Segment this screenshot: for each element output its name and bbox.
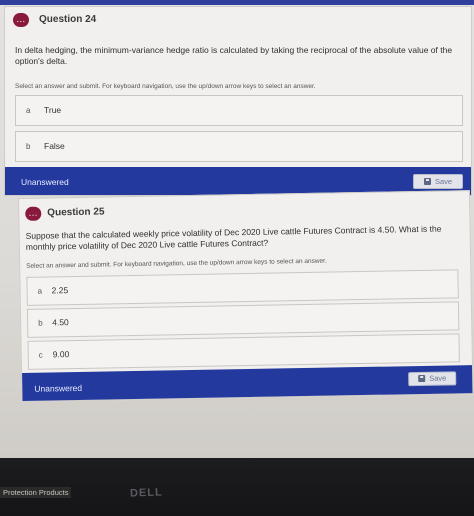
option-label: 9.00 — [52, 349, 70, 360]
option-letter: a — [26, 106, 31, 115]
browser-viewport: ... Question 24 In delta hedging, the mi… — [0, 0, 474, 458]
question-card-25: ... Question 25 Suppose that the calcula… — [18, 190, 474, 402]
save-button[interactable]: Save — [408, 371, 457, 387]
option-letter: c — [38, 350, 43, 360]
taskbar-label: Protection Products — [0, 487, 72, 498]
save-icon — [423, 178, 431, 185]
question-menu-icon[interactable]: ... — [25, 206, 42, 221]
option-label: 4.50 — [52, 317, 69, 328]
option-letter: b — [26, 142, 31, 151]
answer-option-a[interactable]: a True — [15, 95, 463, 126]
option-label: 2.25 — [51, 285, 69, 296]
answer-status: Unanswered — [34, 382, 83, 394]
question-card-24: ... Question 24 In delta hedging, the mi… — [4, 6, 472, 196]
answer-option-b[interactable]: b False — [15, 131, 463, 162]
option-label: False — [44, 141, 65, 151]
question-menu-icon[interactable]: ... — [13, 13, 29, 27]
save-button-label: Save — [434, 177, 453, 186]
keyboard-hint: Select an answer and submit. For keyboar… — [26, 257, 327, 270]
option-letter: a — [37, 286, 43, 296]
answer-status: Unanswered — [21, 177, 69, 187]
top-accent-bar — [0, 0, 474, 5]
question-title: Question 25 — [47, 206, 105, 219]
save-button[interactable]: Save — [413, 174, 463, 189]
save-button-label: Save — [429, 373, 447, 383]
option-label: True — [44, 105, 62, 115]
monitor-brand-logo: DELL — [129, 486, 163, 500]
question-footer-bar: Unanswered Save — [22, 365, 473, 401]
question-text: Suppose that the calculated weekly price… — [25, 223, 442, 252]
save-icon — [418, 374, 426, 383]
question-title: Question 24 — [39, 14, 97, 25]
question-text: In delta hedging, the minimum-variance h… — [15, 45, 453, 66]
keyboard-hint: Select an answer and submit. For keyboar… — [15, 83, 316, 90]
answer-option-a[interactable]: a 2.25 — [26, 269, 459, 306]
answer-option-c[interactable]: c 9.00 — [27, 333, 460, 370]
answer-option-b[interactable]: b 4.50 — [26, 301, 460, 338]
option-letter: b — [38, 318, 43, 328]
